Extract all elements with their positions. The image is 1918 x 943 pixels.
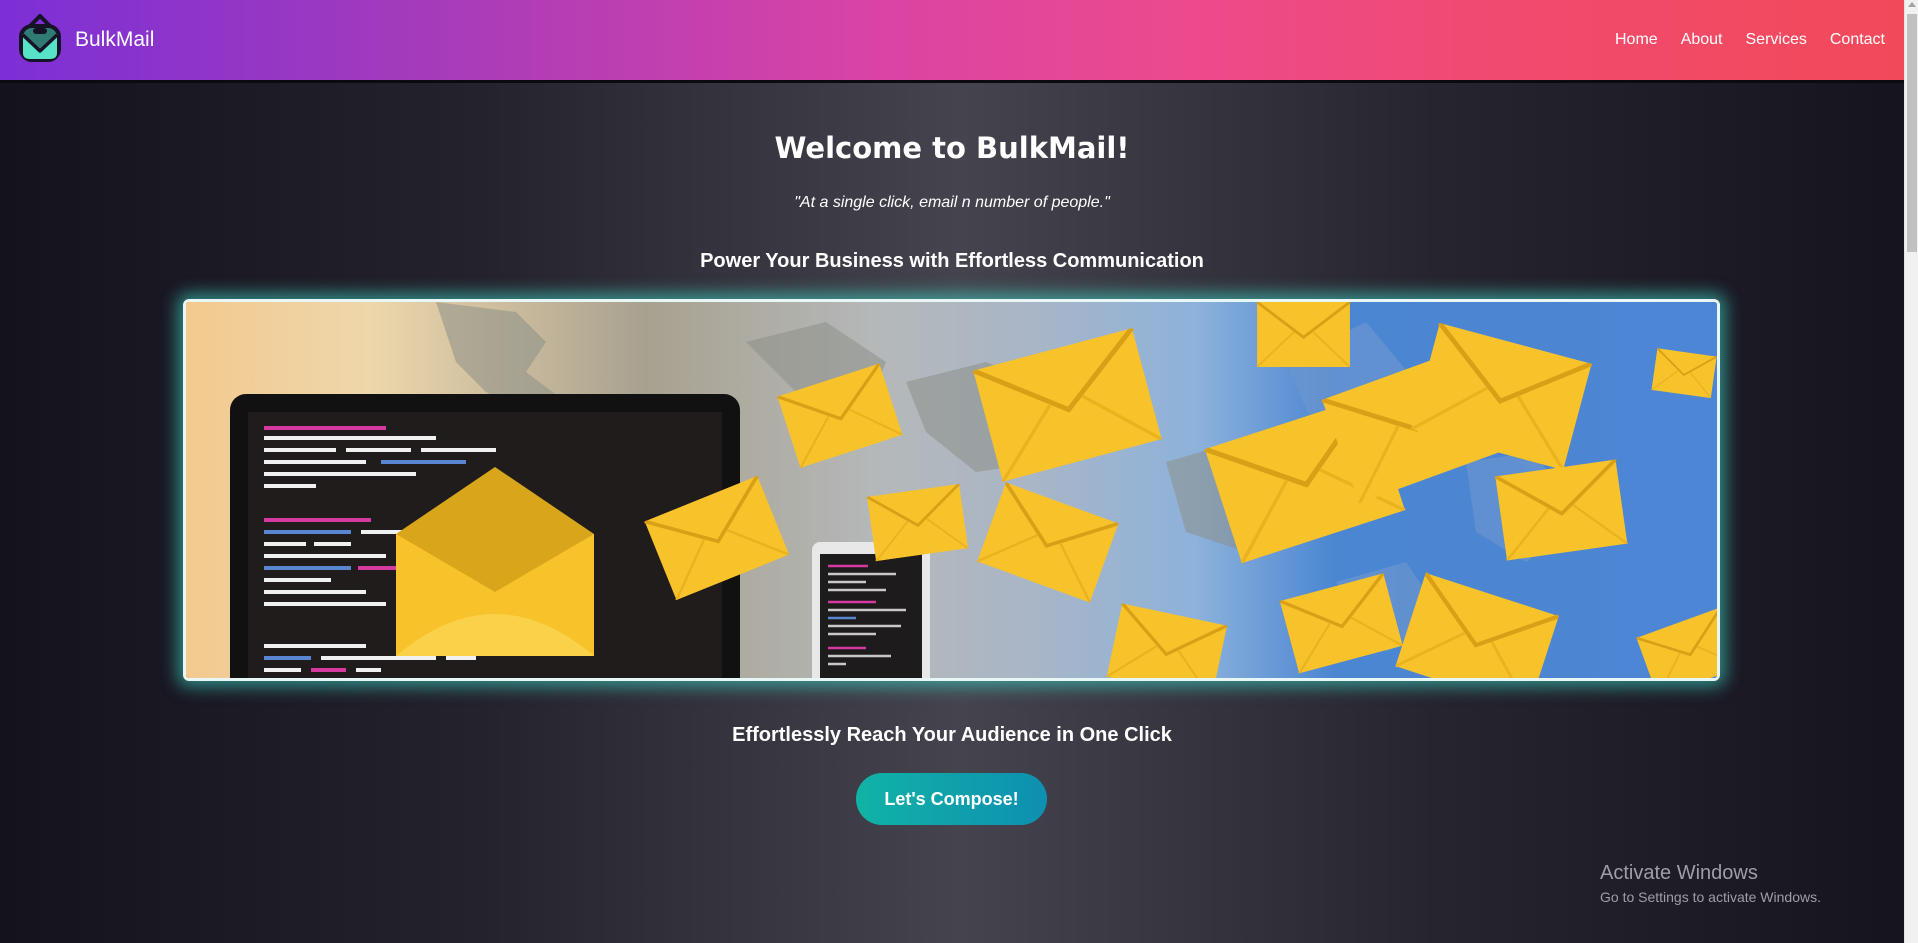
hero-illustration [186, 302, 1717, 678]
activate-windows-title: Activate Windows [1600, 862, 1758, 884]
top-navbar: BulkMail Home About Services Contact [0, 0, 1904, 83]
scroll-up-arrow-icon[interactable] [1908, 2, 1916, 7]
brand-name: BulkMail [75, 28, 155, 51]
hero-banner [183, 299, 1720, 681]
page-scrollbar[interactable] [1904, 0, 1918, 943]
page-title: Welcome to BulkMail! [774, 131, 1130, 165]
nav-links: Home About Services Contact [1615, 31, 1885, 49]
section-subtitle: Power Your Business with Effortless Comm… [700, 250, 1204, 272]
activate-windows-subtitle: Go to Settings to activate Windows. [1600, 889, 1821, 905]
nav-link-about[interactable]: About [1681, 31, 1723, 49]
reach-heading: Effortlessly Reach Your Audience in One … [732, 724, 1172, 746]
nav-link-services[interactable]: Services [1746, 31, 1807, 49]
envelope-logo-icon [19, 14, 61, 62]
scrollbar-thumb[interactable] [1907, 14, 1917, 252]
compose-button[interactable]: Let's Compose! [856, 773, 1047, 825]
brand[interactable]: BulkMail [15, 13, 154, 67]
activate-windows-watermark: Activate Windows Go to Settings to activ… [1600, 862, 1821, 905]
nav-link-home[interactable]: Home [1615, 31, 1658, 49]
tagline: "At a single click, email n number of pe… [794, 194, 1110, 211]
nav-link-contact[interactable]: Contact [1830, 31, 1885, 49]
